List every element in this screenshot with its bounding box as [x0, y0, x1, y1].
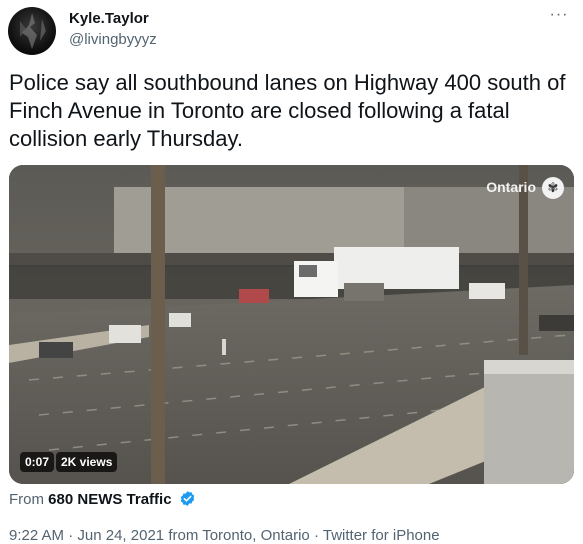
tweet-date[interactable]: Jun 24, 2021	[77, 527, 164, 544]
tweet-client[interactable]: Twitter for iPhone	[323, 527, 440, 544]
avatar[interactable]	[8, 7, 56, 55]
meta-separator: ·	[68, 527, 74, 544]
verified-badge-icon	[179, 490, 196, 511]
attribution: From 680 NEWS Traffic	[9, 490, 196, 511]
tweet-metadata: 9:22 AM · Jun 24, 2021 from Toronto, Ont…	[9, 527, 440, 544]
video-duration-badge: 0:07	[20, 452, 55, 472]
video-views-badge: 2K views	[56, 452, 118, 472]
location-prefix: from	[168, 527, 199, 544]
ontario-watermark: Ontario	[486, 179, 536, 195]
meta-separator: ·	[313, 527, 319, 544]
video-player[interactable]: Ontario ✾ 0:07 2K views	[9, 165, 574, 484]
attribution-prefix: From	[9, 491, 44, 508]
tweet-text: Police say all southbound lanes on Highw…	[9, 70, 566, 151]
tweet: Kyle.Taylor @livingbyyyz ··· Police say …	[0, 0, 583, 544]
tweet-time[interactable]: 9:22 AM	[9, 527, 64, 544]
tweet-location[interactable]: Toronto, Ontario	[202, 527, 310, 544]
video-frame	[9, 165, 574, 484]
attribution-source-link[interactable]: 680 NEWS Traffic	[48, 491, 171, 508]
author-name[interactable]: Kyle.Taylor	[69, 10, 149, 27]
author-handle[interactable]: @livingbyyyz	[69, 31, 157, 48]
more-dots-icon[interactable]: ···	[547, 6, 571, 26]
ontario-trillium-logo-icon: ✾	[542, 177, 564, 199]
